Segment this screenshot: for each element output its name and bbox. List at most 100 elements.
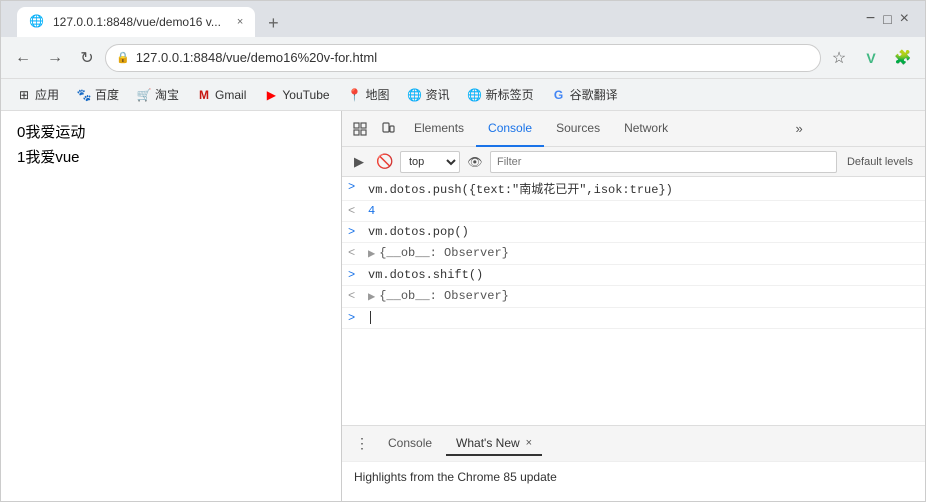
baidu-icon: 🐾 — [77, 88, 91, 102]
cursor-indicator — [370, 311, 371, 324]
navigation-bar: ← → ↻ 🔒 127.0.0.1:8848/vue/demo16%20v-fo… — [1, 37, 925, 79]
extensions-button[interactable]: 🧩 — [889, 44, 917, 72]
tab-label: 127.0.0.1:8848/vue/demo16 v... — [53, 15, 221, 29]
title-bar: 🌐 127.0.0.1:8848/vue/demo16 v... × + − □… — [1, 1, 925, 37]
new-tab-button[interactable]: + — [259, 9, 287, 37]
vue-devtools-button[interactable]: V — [857, 44, 885, 72]
console-execute-button[interactable]: ▶ — [348, 151, 370, 173]
bookmark-baidu-label: 百度 — [95, 86, 119, 103]
close-button[interactable]: × — [900, 10, 909, 28]
console-toolbar: ▶ 🚫 top 👁 Default levels — [342, 147, 925, 177]
console-clear-button[interactable]: 🚫 — [374, 151, 396, 173]
newtab-icon: 🌐 — [468, 88, 482, 102]
console-line-1: < 4 — [342, 201, 925, 222]
minimize-button[interactable]: − — [866, 10, 875, 28]
devtools-device-button[interactable] — [374, 115, 402, 143]
tab-elements[interactable]: Elements — [402, 111, 476, 147]
console-prompt-6: > — [348, 311, 362, 325]
forward-button[interactable]: → — [41, 44, 69, 72]
console-text-1: 4 — [368, 204, 919, 218]
bottom-menu-button[interactable]: ⋮ — [350, 432, 374, 456]
console-text-3: {__ob__: Observer} — [379, 246, 919, 260]
devtools-panel: Elements Console Sources Network » ▶ 🚫 — [341, 111, 925, 501]
console-prompt-5: < — [348, 289, 362, 303]
devtools-inspect-button[interactable] — [346, 115, 374, 143]
bookmark-taobao-label: 淘宝 — [155, 86, 179, 103]
console-text-2: vm.dotos.pop() — [368, 225, 919, 239]
bookmark-apps-label: 应用 — [35, 86, 59, 103]
console-line-2: > vm.dotos.pop() — [342, 222, 925, 243]
bookmark-news-label: 资讯 — [426, 86, 450, 103]
back-button[interactable]: ← — [9, 44, 37, 72]
console-prompt-4: > — [348, 268, 362, 282]
news-icon: 🌐 — [408, 88, 422, 102]
bookmark-apps[interactable]: ⊞ 应用 — [9, 83, 67, 106]
default-levels-label: Default levels — [841, 156, 919, 168]
page-line-0: 0我爱运动 — [17, 121, 325, 142]
console-line-3: < ▶ {__ob__: Observer} — [342, 243, 925, 265]
bookmark-youtube-label: YouTube — [282, 88, 329, 102]
console-text-4: vm.dotos.shift() — [368, 268, 919, 282]
bookmark-translate-label: 谷歌翻译 — [570, 86, 618, 103]
console-prompt-2: > — [348, 225, 362, 239]
bookmark-baidu[interactable]: 🐾 百度 — [69, 83, 127, 106]
chrome-update-text: Highlights from the Chrome 85 update — [354, 470, 557, 484]
active-tab[interactable]: 🌐 127.0.0.1:8848/vue/demo16 v... × — [17, 7, 255, 37]
console-text-0: vm.dotos.push({text:"南城花已开",isok:true}) — [368, 180, 919, 197]
devtools-bottom-content: Highlights from the Chrome 85 update — [342, 461, 925, 501]
devtools-tabs: Elements Console Sources Network » — [342, 111, 925, 147]
console-input-line[interactable]: > — [342, 308, 925, 329]
main-area: 0我爱运动 1我爱vue — [1, 111, 925, 501]
taobao-icon: 🛒 — [137, 88, 151, 102]
bookmark-youtube[interactable]: ▶ YouTube — [256, 85, 337, 105]
gmail-icon: M — [197, 88, 211, 102]
tab-sources[interactable]: Sources — [544, 111, 612, 147]
maximize-button[interactable]: □ — [883, 11, 891, 27]
bookmark-gmail-label: Gmail — [215, 88, 246, 102]
console-eye-button[interactable]: 👁 — [464, 151, 486, 173]
url-text: 127.0.0.1:8848/vue/demo16%20v-for.html — [136, 50, 810, 65]
expand-arrow-3[interactable]: ▶ — [368, 246, 375, 261]
refresh-button[interactable]: ↻ — [73, 44, 101, 72]
page-text-0: 0我爱运动 — [17, 124, 85, 141]
browser-window: 🌐 127.0.0.1:8848/vue/demo16 v... × + − □… — [0, 0, 926, 502]
translate-icon: G — [552, 88, 566, 102]
page-content: 0我爱运动 1我爱vue — [1, 111, 341, 501]
secure-icon: 🔒 — [116, 51, 130, 64]
console-text-5: {__ob__: Observer} — [379, 289, 919, 303]
tab-favicon: 🌐 — [29, 14, 45, 30]
bookmark-translate[interactable]: G 谷歌翻译 — [544, 83, 626, 106]
whats-new-close-button[interactable]: × — [526, 437, 532, 449]
bookmark-gmail[interactable]: M Gmail — [189, 85, 254, 105]
tab-console[interactable]: Console — [476, 111, 544, 147]
console-output[interactable]: > vm.dotos.push({text:"南城花已开",isok:true}… — [342, 177, 925, 425]
devtools-more-tabs[interactable]: » — [787, 121, 810, 136]
bookmark-taobao[interactable]: 🛒 淘宝 — [129, 83, 187, 106]
page-text-1: 1我爱vue — [17, 149, 80, 166]
bookmark-newtab-label: 新标签页 — [486, 86, 534, 103]
bookmark-news[interactable]: 🌐 资讯 — [400, 83, 458, 106]
expand-arrow-5[interactable]: ▶ — [368, 289, 375, 304]
console-filter-input[interactable] — [490, 151, 837, 173]
context-selector[interactable]: top — [400, 151, 460, 173]
bottom-tab-whats-new[interactable]: What's New × — [446, 432, 542, 456]
tab-network[interactable]: Network — [612, 111, 680, 147]
bookmark-maps[interactable]: 📍 地图 — [340, 83, 398, 106]
console-prompt-3: < — [348, 246, 362, 260]
bookmark-newtab[interactable]: 🌐 新标签页 — [460, 83, 542, 106]
page-line-1: 1我爱vue — [17, 146, 325, 167]
bookmark-maps-label: 地图 — [366, 86, 390, 103]
console-line-4: > vm.dotos.shift() — [342, 265, 925, 286]
tab-close-button[interactable]: × — [237, 16, 243, 28]
address-bar[interactable]: 🔒 127.0.0.1:8848/vue/demo16%20v-for.html — [105, 44, 821, 72]
maps-icon: 📍 — [348, 88, 362, 102]
console-prompt-0: > — [348, 180, 362, 194]
bottom-tab-console[interactable]: Console — [378, 432, 442, 456]
bookmark-star-button[interactable]: ☆ — [825, 44, 853, 72]
devtools-bottom-bar: ⋮ Console What's New × — [342, 425, 925, 461]
console-line-0: > vm.dotos.push({text:"南城花已开",isok:true}… — [342, 177, 925, 201]
youtube-icon: ▶ — [264, 88, 278, 102]
bookmarks-bar: ⊞ 应用 🐾 百度 🛒 淘宝 M Gmail ▶ YouTube 📍 地图 🌐 … — [1, 79, 925, 111]
console-line-5: < ▶ {__ob__: Observer} — [342, 286, 925, 308]
console-prompt-1: < — [348, 204, 362, 218]
